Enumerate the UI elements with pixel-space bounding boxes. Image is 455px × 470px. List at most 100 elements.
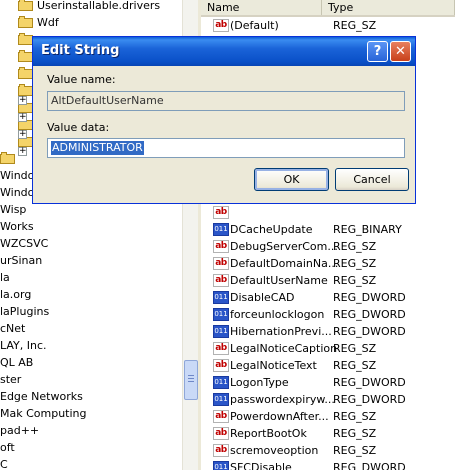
value-data-selected-text: ADMINISTRATOR	[51, 141, 144, 155]
tree-item[interactable]: la	[0, 268, 10, 285]
table-row[interactable]: ab DefaultUserName REG_SZ	[201, 272, 439, 289]
value-type: REG_DWORD	[333, 461, 406, 470]
table-row[interactable]: 011 forceunlocklogon REG_DWORD	[201, 306, 439, 323]
cancel-button[interactable]: Cancel	[335, 168, 409, 191]
value-type: REG_DWORD	[333, 376, 406, 389]
table-row[interactable]: ab DefaultDomainNa... REG_SZ	[201, 255, 439, 272]
tree-item[interactable]: la.org	[0, 285, 31, 302]
tree-item[interactable]: cNet	[0, 319, 25, 336]
table-row[interactable]: 011 SFCDisable REG_DWORD	[201, 459, 439, 470]
table-row[interactable]: ab PowerdownAfter... REG_SZ	[201, 408, 439, 425]
tree-item[interactable]: Edge Networks	[0, 387, 83, 404]
expand-icon[interactable]: +	[18, 96, 27, 105]
column-header-name[interactable]: Name	[201, 0, 322, 15]
tree-item-label: Mak Computing	[0, 406, 87, 420]
tree-item[interactable]: Userinstallable.drivers	[18, 0, 160, 13]
tree-item[interactable]: Wdf	[18, 13, 59, 30]
tree-item[interactable]: pad++	[0, 421, 39, 438]
binary-value-icon: 011	[213, 461, 229, 470]
binary-value-icon: 011	[213, 308, 229, 321]
string-value-icon: ab	[213, 274, 229, 287]
table-row[interactable]: ab (Default) REG_SZ	[201, 17, 439, 34]
tree-item-label: pad++	[0, 423, 40, 437]
table-row[interactable]: ab DebugServerCom... REG_SZ	[201, 238, 439, 255]
value-name: (Default)	[230, 19, 279, 32]
tree-item-label: Works	[0, 219, 34, 233]
value-name: LogonType	[230, 376, 289, 389]
tree-scrollbar-thumb[interactable]	[184, 360, 198, 400]
tree-item-label: cNet	[0, 321, 26, 335]
binary-value-icon: 011	[213, 376, 229, 389]
tree-item[interactable]: WZCSVC	[0, 234, 48, 251]
value-name-label: Value name:	[47, 73, 116, 86]
value-type: REG_SZ	[333, 427, 377, 440]
help-button[interactable]: ?	[367, 41, 388, 62]
value-name: PowerdownAfter...	[230, 410, 329, 423]
table-row[interactable]: 011 LogonType REG_DWORD	[201, 374, 439, 391]
string-value-icon: ab	[213, 359, 229, 372]
tree-item[interactable]	[0, 149, 19, 166]
value-type: REG_SZ	[333, 359, 377, 372]
binary-value-icon: 011	[213, 325, 229, 338]
value-name: LegalNoticeCaption	[230, 342, 338, 355]
column-header-type[interactable]: Type	[322, 0, 455, 15]
value-name: SFCDisable	[230, 461, 292, 470]
tree-item-label: laPlugins	[0, 304, 50, 318]
table-row[interactable]: ab scremoveoption REG_SZ	[201, 442, 439, 459]
folder-icon	[18, 16, 34, 28]
string-value-icon: ab	[213, 427, 229, 440]
table-row[interactable]: 011 DCacheUpdate REG_BINARY	[201, 221, 439, 238]
dialog-title-bar[interactable]: Edit String ? ✕	[33, 37, 415, 66]
value-type: REG_BINARY	[333, 223, 402, 236]
string-value-icon: ab	[213, 257, 229, 270]
tree-item[interactable]: ster	[0, 370, 21, 387]
expand-icon[interactable]: +	[18, 113, 27, 122]
value-name: DefaultUserName	[230, 274, 328, 287]
expand-icon[interactable]: +	[18, 130, 27, 139]
edit-string-dialog: Edit String ? ✕ Value name: AltDefaultUs…	[32, 36, 416, 204]
close-button[interactable]: ✕	[390, 41, 411, 62]
tree-item-label: Userinstallable.drivers	[37, 0, 161, 12]
string-value-icon: ab	[213, 410, 229, 423]
table-row[interactable]: 011 DisableCAD REG_DWORD	[201, 289, 439, 306]
tree-item[interactable]: C	[0, 455, 8, 470]
table-row[interactable]: ab LegalNoticeText REG_SZ	[201, 357, 439, 374]
value-name: scremoveoption	[230, 444, 319, 457]
tree-item-label: ster	[0, 372, 22, 386]
tree-item-label: Wdf	[37, 15, 59, 29]
tree-item[interactable]: LAY, Inc.	[0, 336, 47, 353]
value-type: REG_SZ	[333, 410, 377, 423]
binary-value-icon: 011	[213, 291, 229, 304]
value-type: REG_DWORD	[333, 393, 406, 406]
table-row[interactable]: ab ReportBootOk REG_SZ	[201, 425, 439, 442]
value-name: LegalNoticeText	[230, 359, 317, 372]
tree-item-label: C	[0, 457, 8, 470]
table-row[interactable]: ab	[201, 204, 439, 221]
value-name-field: AltDefaultUserName	[47, 91, 405, 111]
value-type: REG_DWORD	[333, 308, 406, 321]
value-type: REG_SZ	[333, 274, 377, 287]
tree-item[interactable]: Works	[0, 217, 34, 234]
value-name: DisableCAD	[230, 291, 295, 304]
string-value-icon: ab	[213, 240, 229, 253]
table-row[interactable]: 011 passwordexpiryw... REG_DWORD	[201, 391, 439, 408]
value-name: DefaultDomainNa...	[230, 257, 339, 270]
tree-item-label: la.org	[0, 287, 32, 301]
close-icon: ✕	[395, 44, 406, 59]
table-row[interactable]: ab LegalNoticeCaption REG_SZ	[201, 340, 439, 357]
value-data-input[interactable]: ADMINISTRATOR	[47, 138, 405, 158]
string-value-icon: ab	[213, 444, 229, 457]
tree-item[interactable]: Mak Computing	[0, 404, 87, 421]
table-row[interactable]: 011 HibernationPrevi... REG_DWORD	[201, 323, 439, 340]
value-name: DCacheUpdate	[230, 223, 313, 236]
tree-item[interactable]: Wisp	[0, 200, 26, 217]
tree-item-label: Wisp	[0, 202, 27, 216]
value-type: REG_DWORD	[333, 325, 406, 338]
tree-item[interactable]: oft	[0, 438, 15, 455]
tree-item[interactable]: QL AB	[0, 353, 33, 370]
ok-button[interactable]: OK	[254, 168, 329, 191]
value-type: REG_SZ	[333, 257, 377, 270]
expand-icon[interactable]: +	[18, 147, 27, 156]
tree-item[interactable]: laPlugins	[0, 302, 49, 319]
tree-item[interactable]: urSinan	[0, 251, 42, 268]
